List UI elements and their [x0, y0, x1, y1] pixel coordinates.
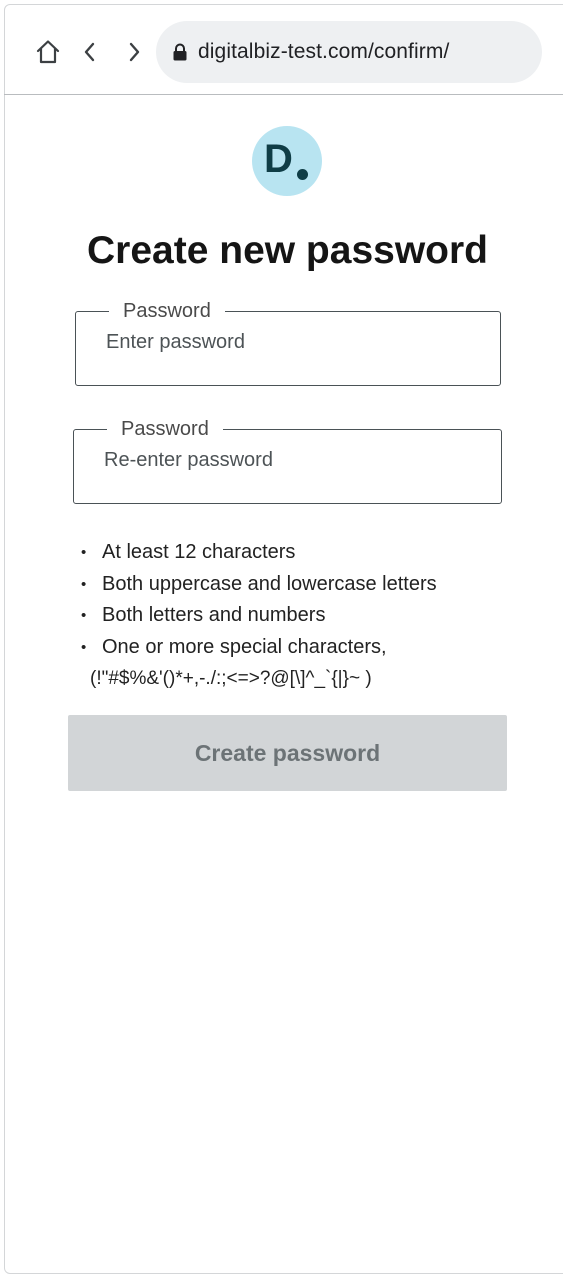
requirement-text: One or more special characters,: [102, 635, 387, 658]
address-bar[interactable]: digitalbiz-test.com/confirm/: [156, 21, 542, 83]
password-field-label: Password: [123, 300, 211, 322]
requirement-item: Both uppercase and lowercase letters: [79, 569, 437, 601]
url-text: digitalbiz-test.com/confirm/: [198, 40, 450, 63]
requirement-item: At least 12 characters: [79, 537, 437, 569]
special-characters-list: (!"#$%&'()*+,-./:;<=>?@[\]^_`{|}~ ): [90, 668, 372, 689]
lock-icon: [173, 43, 187, 61]
requirement-item: Both letters and numbers: [79, 600, 437, 632]
logo-letter: D: [264, 137, 293, 181]
browser-toolbar: digitalbiz-test.com/confirm/: [4, 4, 563, 95]
requirement-item: One or more special characters, (!"#$%&'…: [79, 632, 437, 695]
requirement-text: At least 12 characters: [102, 541, 296, 563]
chevron-right-icon: [129, 42, 140, 62]
requirement-text: Both letters and numbers: [102, 604, 326, 626]
home-icon: [36, 40, 60, 64]
confirm-password-field-label: Password: [121, 418, 209, 440]
chevron-left-icon: [84, 42, 95, 62]
confirm-password-input[interactable]: [104, 445, 464, 475]
password-requirements: At least 12 characters Both uppercase an…: [79, 537, 437, 694]
password-field: Password: [75, 299, 501, 386]
page-title: Create new password: [87, 229, 488, 272]
back-button[interactable]: [72, 34, 108, 70]
requirement-text: Both uppercase and lowercase letters: [102, 572, 437, 595]
logo-dot: [297, 169, 308, 180]
brand-logo: D: [252, 126, 322, 196]
confirm-password-field: Password: [73, 417, 502, 504]
forward-button[interactable]: [116, 34, 152, 70]
create-password-button[interactable]: Create password: [68, 715, 507, 791]
home-button[interactable]: [30, 34, 66, 70]
password-input[interactable]: [106, 327, 466, 357]
